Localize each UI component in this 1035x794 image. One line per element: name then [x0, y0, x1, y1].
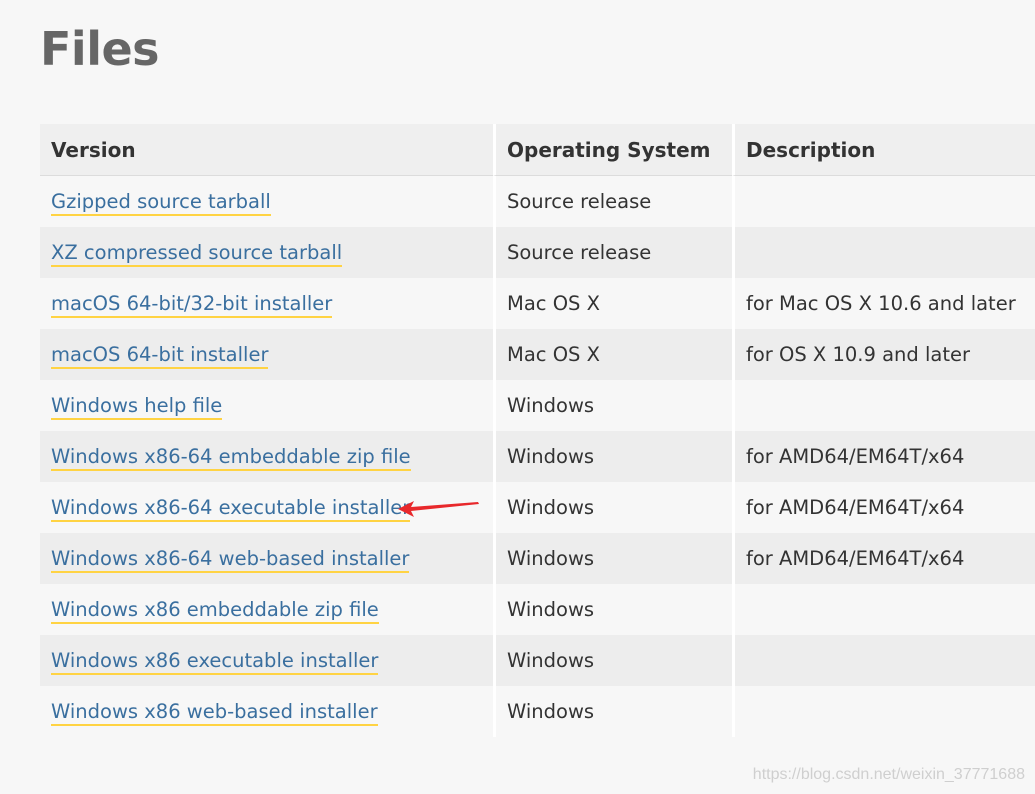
version-cell: macOS 64-bit/32-bit installer [40, 278, 493, 329]
os-cell: Mac OS X [493, 278, 732, 329]
table-row: Windows x86 web-based installer Windows [40, 686, 1035, 737]
os-cell: Windows [493, 686, 732, 737]
file-link-windows-x86-web-based-installer[interactable]: Windows x86 web-based installer [51, 700, 378, 726]
os-cell: Windows [493, 431, 732, 482]
version-cell: Gzipped source tarball [40, 176, 493, 227]
os-cell: Mac OS X [493, 329, 732, 380]
table-row: Windows help file Windows [40, 380, 1035, 431]
description-cell: for Mac OS X 10.6 and later [732, 278, 1035, 329]
header-version: Version [40, 124, 493, 176]
file-link-xz-compressed-source-tarball[interactable]: XZ compressed source tarball [51, 241, 343, 267]
description-cell [732, 227, 1035, 278]
file-link-macos-64-32-bit-installer[interactable]: macOS 64-bit/32-bit installer [51, 292, 333, 318]
os-cell: Windows [493, 584, 732, 635]
table-row: Windows x86-64 executable installer Wind… [40, 482, 1035, 533]
file-link-windows-x86-executable-installer[interactable]: Windows x86 executable installer [51, 649, 379, 675]
description-cell [732, 380, 1035, 431]
table-header-row: Version Operating System Description [40, 124, 1035, 176]
description-cell [732, 584, 1035, 635]
description-cell: for AMD64/EM64T/x64 [732, 533, 1035, 584]
version-cell: Windows x86 executable installer [40, 635, 493, 686]
table-row: macOS 64-bit installer Mac OS X for OS X… [40, 329, 1035, 380]
os-cell: Windows [493, 635, 732, 686]
os-cell: Source release [493, 227, 732, 278]
version-cell: XZ compressed source tarball [40, 227, 493, 278]
version-cell: macOS 64-bit installer [40, 329, 493, 380]
file-link-windows-x86-64-executable-installer[interactable]: Windows x86-64 executable installer [51, 496, 411, 522]
file-link-windows-x86-64-web-based-installer[interactable]: Windows x86-64 web-based installer [51, 547, 410, 573]
description-cell [732, 176, 1035, 227]
version-cell: Windows x86 web-based installer [40, 686, 493, 737]
version-cell: Windows x86-64 embeddable zip file [40, 431, 493, 482]
description-cell: for AMD64/EM64T/x64 [732, 431, 1035, 482]
os-cell: Windows [493, 482, 732, 533]
os-cell: Windows [493, 380, 732, 431]
header-operating-system: Operating System [493, 124, 732, 176]
table-row: macOS 64-bit/32-bit installer Mac OS X f… [40, 278, 1035, 329]
os-cell: Source release [493, 176, 732, 227]
description-cell [732, 686, 1035, 737]
file-link-windows-help-file[interactable]: Windows help file [51, 394, 223, 420]
file-link-windows-x86-64-embeddable-zip[interactable]: Windows x86-64 embeddable zip file [51, 445, 411, 471]
description-cell [732, 635, 1035, 686]
table-row: Windows x86-64 web-based installer Windo… [40, 533, 1035, 584]
watermark: https://blog.csdn.net/weixin_37771688 [752, 766, 1025, 783]
file-link-macos-64-bit-installer[interactable]: macOS 64-bit installer [51, 343, 269, 369]
version-cell: Windows help file [40, 380, 493, 431]
header-description: Description [732, 124, 1035, 176]
files-table: Version Operating System Description Gzi… [40, 124, 1035, 737]
file-link-gzipped-source-tarball[interactable]: Gzipped source tarball [51, 190, 271, 216]
page-title: Files [40, 22, 160, 76]
table-row: Windows x86 executable installer Windows [40, 635, 1035, 686]
version-cell: Windows x86-64 web-based installer [40, 533, 493, 584]
file-link-windows-x86-embeddable-zip[interactable]: Windows x86 embeddable zip file [51, 598, 379, 624]
version-cell: Windows x86 embeddable zip file [40, 584, 493, 635]
description-cell: for OS X 10.9 and later [732, 329, 1035, 380]
os-cell: Windows [493, 533, 732, 584]
red-arrow-icon [398, 501, 479, 517]
table-row: Windows x86-64 embeddable zip file Windo… [40, 431, 1035, 482]
table-row: Windows x86 embeddable zip file Windows [40, 584, 1035, 635]
table-row: Gzipped source tarball Source release [40, 176, 1035, 227]
description-cell: for AMD64/EM64T/x64 [732, 482, 1035, 533]
table-row: XZ compressed source tarball Source rele… [40, 227, 1035, 278]
